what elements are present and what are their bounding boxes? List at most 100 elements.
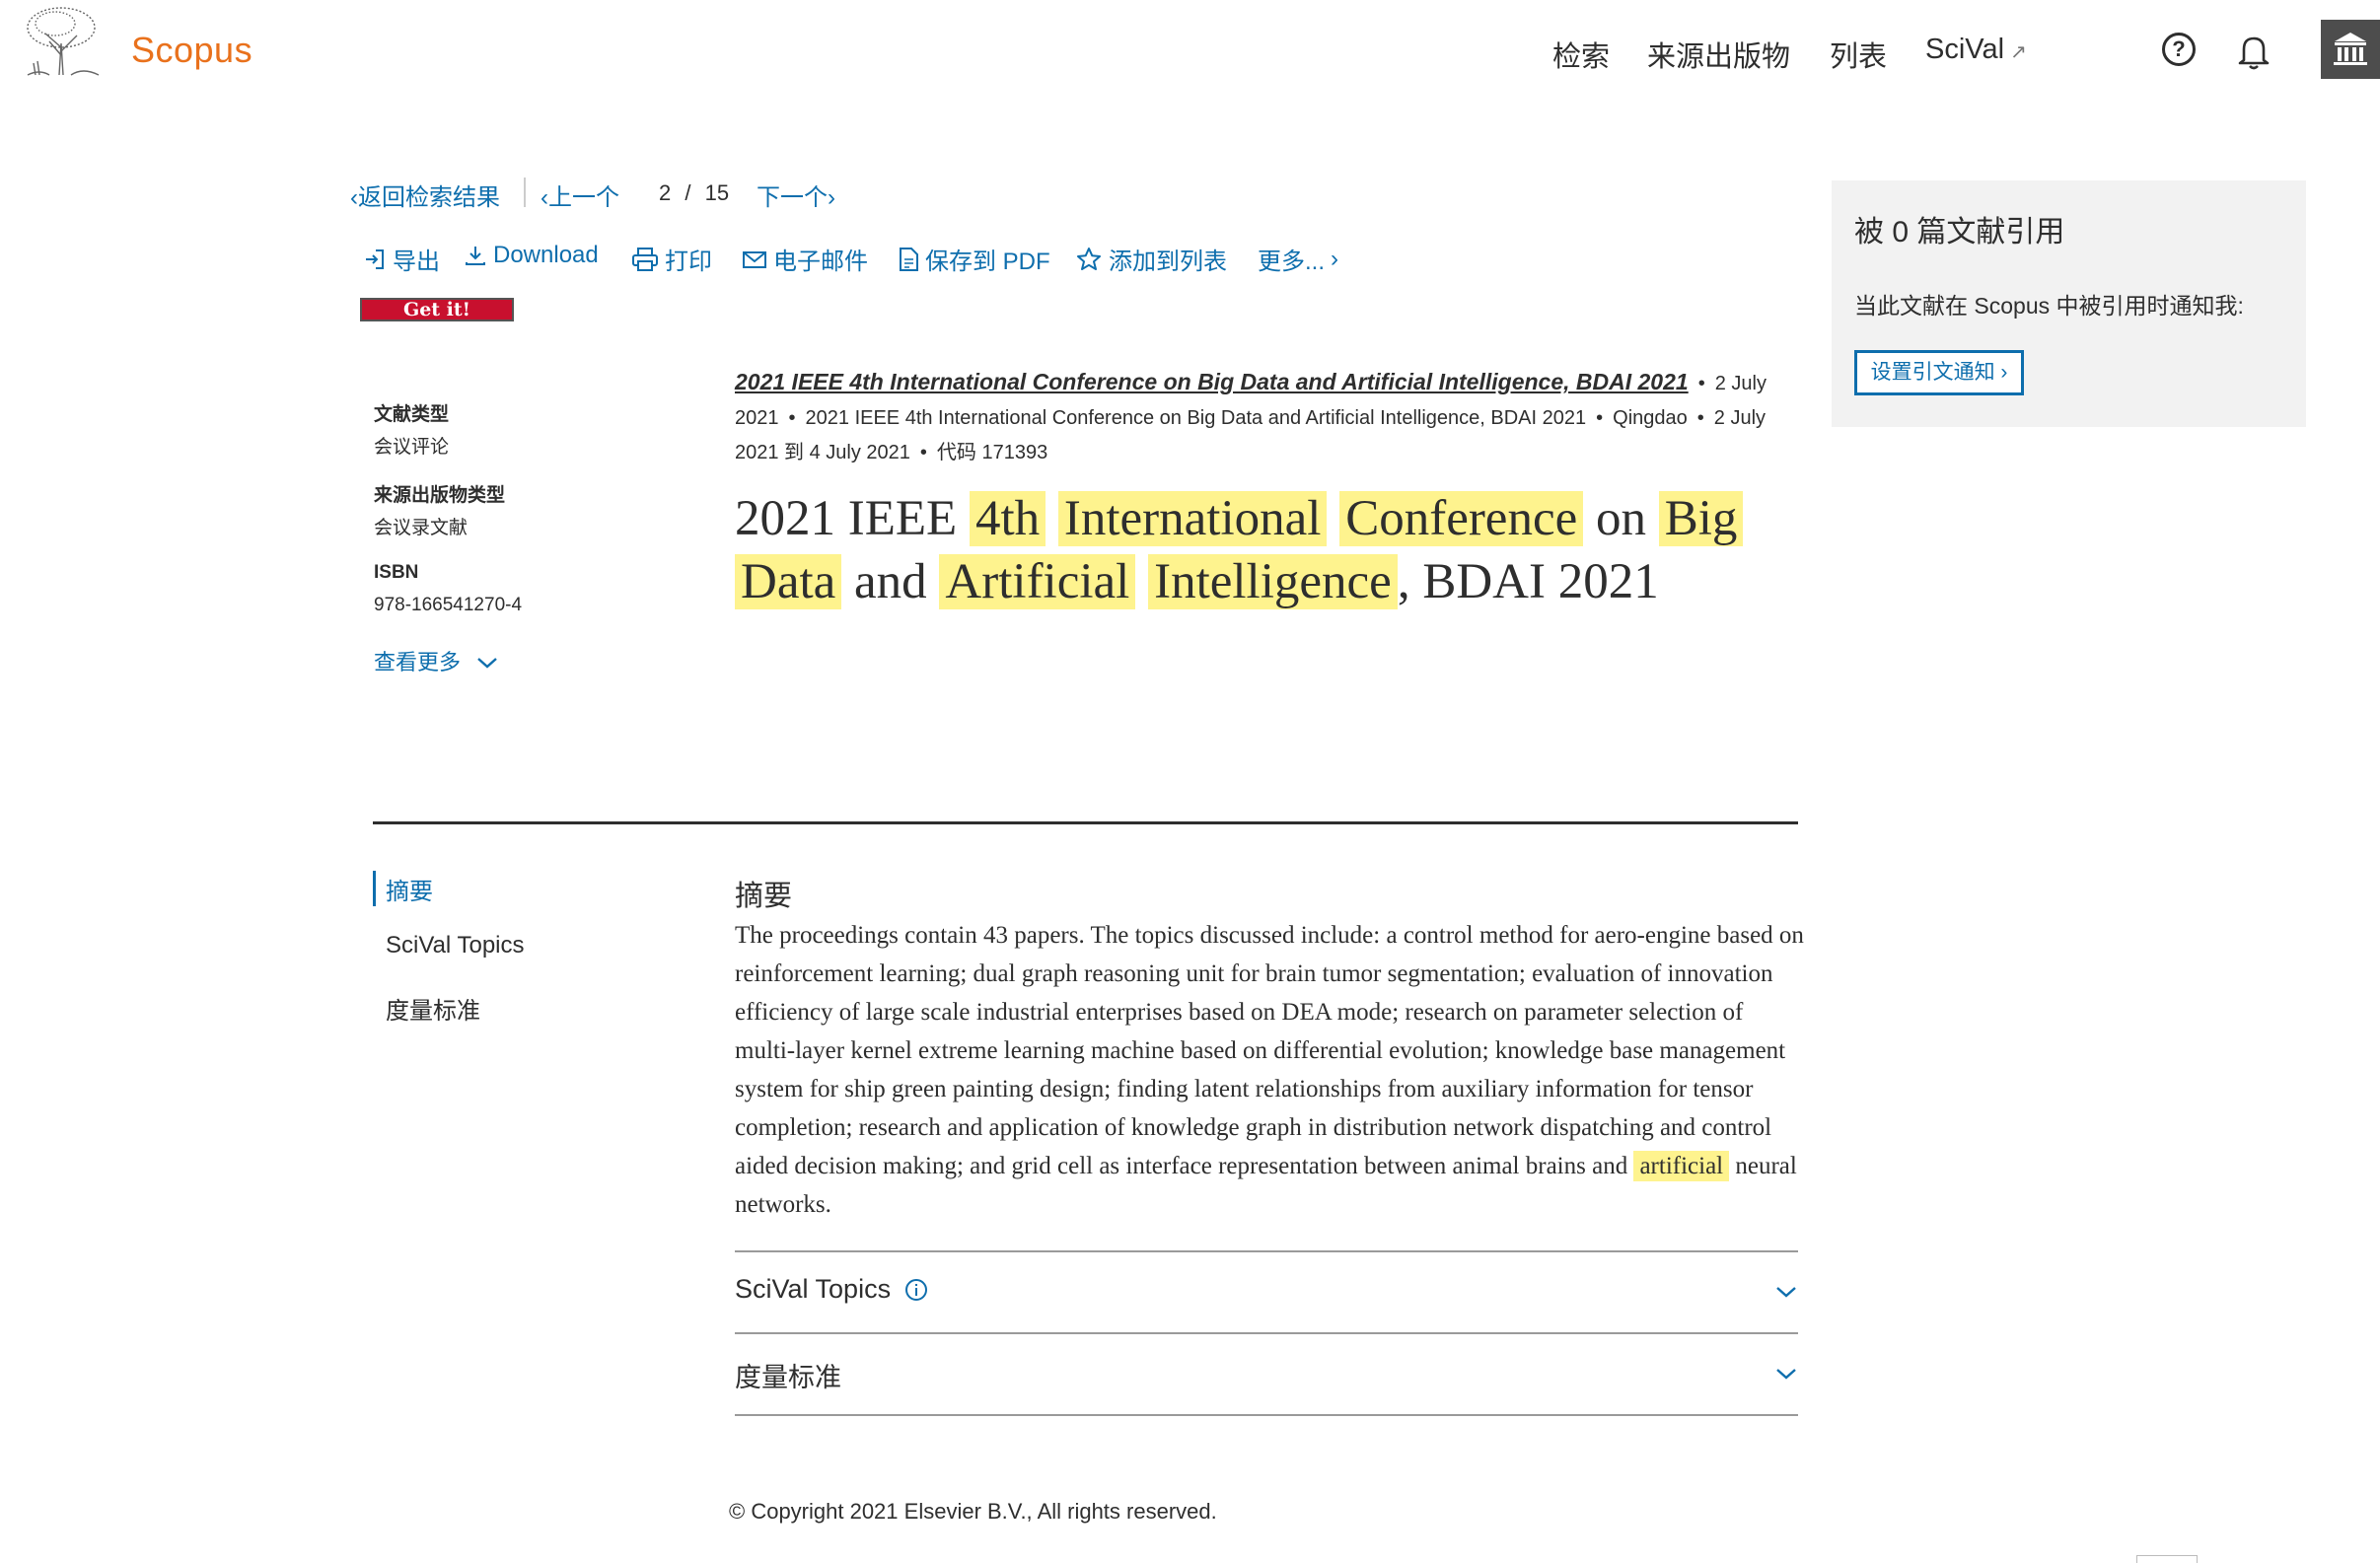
email-button[interactable]: 电子邮件 [742,242,868,276]
print-button[interactable]: 打印 [631,242,712,276]
back-label: 返回检索结果 [358,184,500,211]
title-term: 2021 IEEE [735,491,958,546]
source-title-link[interactable]: 2021 IEEE 4th International Conference o… [735,369,1689,394]
add-to-list-label: 添加到列表 [1109,249,1227,275]
separator-dot: • [1696,407,1704,429]
export-label: 导出 [393,249,440,275]
doc-type-value: 会议评论 [374,437,450,458]
chevron-left-icon: ‹ [350,184,358,211]
result-position: 2 / 15 [659,180,729,206]
chevron-down-icon[interactable] [1774,1362,1798,1385]
info-icon[interactable] [904,1278,928,1302]
see-more-label: 查看更多 [374,650,462,675]
external-link-icon: ↗ [2010,41,2027,63]
cited-by-title: 被 0 篇文献引用 [1854,216,2065,249]
source-type-label: 来源出版物类型 [374,485,506,506]
scival-topics-title: SciVal Topics [735,1274,892,1304]
print-label: 打印 [665,249,712,275]
title-highlight-term: Big [1658,491,1744,546]
save-pdf-button[interactable]: 保存到 PDF [898,242,1050,276]
email-icon [743,250,766,268]
download-icon [466,247,485,265]
cited-by-description: 当此文献在 Scopus 中被引用时通知我: [1854,293,2244,319]
more-label: 更多... [1258,249,1326,275]
chevron-right-icon: › [828,184,835,211]
metrics-title: 度量标准 [735,1363,841,1392]
separator-dot: • [788,407,796,429]
accordion-divider [735,1414,1798,1416]
back-to-results-link[interactable]: ‹返回检索结果 [350,178,500,212]
download-label: Download [493,242,599,268]
separator-dot: • [1697,373,1705,394]
help-icon[interactable]: ? [2162,33,2196,66]
star-icon [1077,247,1101,270]
title-highlight-term: Data [735,554,842,609]
chevron-right-icon: › [1994,361,2008,384]
isbn-value: 978-166541270-4 [374,595,523,615]
nav-search[interactable]: 检索 [1552,34,1610,75]
more-button[interactable]: 更多... › [1258,242,1338,276]
nav-scival[interactable]: SciVal ↗ [1925,34,2027,66]
section-nav-metrics[interactable]: 度量标准 [386,991,480,1026]
section-divider [373,821,1798,824]
title-highlight-term: International [1057,491,1328,546]
add-to-list-button[interactable]: 添加到列表 [1075,242,1227,276]
section-nav-scival-topics[interactable]: SciVal Topics [386,932,525,959]
title-highlight-term: 4th [969,491,1046,546]
title-term: and [854,554,927,609]
download-button[interactable]: Download [464,242,599,269]
title-term: , BDAI 2021 [1397,554,1659,609]
title-highlight-term: Conference [1339,491,1584,546]
abstract-body: The proceedings contain 43 papers. The t… [735,922,1804,1179]
conference-location: Qingdao [1613,407,1688,429]
feedback-tab[interactable] [2136,1555,2198,1563]
conference-name: 2021 IEEE 4th International Conference o… [805,407,1587,429]
chevron-down-icon[interactable] [1774,1280,1798,1304]
abstract-text: The proceedings contain 43 papers. The t… [735,916,1805,1224]
next-label: 下一个 [757,184,828,211]
export-icon [366,249,384,269]
export-button[interactable]: 导出 [363,242,440,276]
citation-alert-label: 设置引文通知 [1870,361,1995,384]
prev-label: 上一个 [548,184,619,211]
nav-lists[interactable]: 列表 [1830,34,1887,75]
set-citation-alert-button[interactable]: 设置引文通知 › [1854,350,2024,395]
abstract-heading: 摘要 [735,881,793,912]
prev-link[interactable]: ‹上一个 [541,178,619,212]
section-nav-abstract[interactable]: 摘要 [386,872,433,906]
position-separator: / [685,180,691,205]
save-pdf-label: 保存到 PDF [925,249,1050,275]
print-icon [632,247,658,271]
metrics-accordion[interactable]: 度量标准 [735,1356,841,1394]
doc-type-label: 文献类型 [374,404,450,425]
chevron-right-icon: › [1331,245,1339,272]
separator-dot: • [919,442,927,463]
title-highlight-term: Artificial [939,554,1136,609]
next-link[interactable]: 下一个› [757,178,835,212]
source-info: 2021 IEEE 4th International Conference o… [735,365,1798,470]
chevron-left-icon: ‹ [541,184,548,211]
nav-scival-label: SciVal [1925,34,2005,65]
separator-dot: • [1596,407,1604,429]
scopus-brand[interactable]: Scopus [131,30,252,71]
scival-topics-accordion[interactable]: SciVal Topics [735,1274,928,1305]
active-section-indicator [373,871,376,906]
conference-code: 代码 171393 [936,442,1048,463]
institution-icon[interactable] [2321,20,2380,79]
see-more-link[interactable]: 查看更多 [374,645,498,676]
source-type-value: 会议录文献 [374,518,469,538]
search-term-highlight: artificial [1633,1151,1730,1181]
accordion-divider [735,1332,1798,1334]
title-term: on [1595,491,1646,546]
title-highlight-term: Intelligence [1148,554,1398,609]
nav-sources[interactable]: 来源出版物 [1647,34,1790,75]
pdf-icon [900,247,918,271]
isbn-label: ISBN [374,562,419,583]
email-label: 电子邮件 [773,249,868,275]
current-index: 2 [659,180,672,205]
elsevier-tree-logo[interactable] [20,4,104,77]
copyright-notice: © Copyright 2021 Elsevier B.V., All righ… [729,1499,1217,1524]
bell-icon[interactable] [2236,33,2272,70]
get-it-button[interactable]: Get it! [360,298,514,321]
chevron-down-icon [477,658,497,669]
